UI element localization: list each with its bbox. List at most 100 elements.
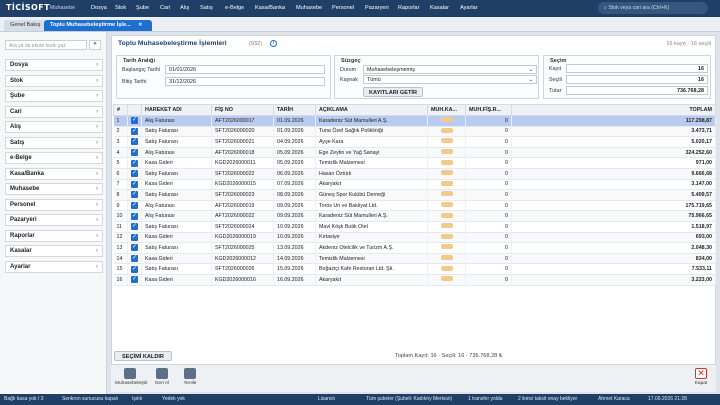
row-checkbox[interactable]: ✓ — [127, 210, 142, 222]
menu-1[interactable]: Stok — [115, 5, 126, 11]
menu-9[interactable]: Personel — [332, 5, 354, 11]
close-button[interactable]: ✕ Kapat — [686, 367, 716, 391]
checkbox-checked-icon[interactable]: ✓ — [131, 244, 138, 252]
close-icon[interactable]: ✕ — [138, 22, 142, 28]
refresh-button[interactable]: Yenile — [175, 367, 205, 391]
row-checkbox[interactable]: ✓ — [127, 147, 142, 159]
table-row[interactable]: 14 ✓ Kasa Gideri KGD2026000012 14.09.2026 Tem… — [113, 253, 716, 265]
checkbox-checked-icon[interactable]: ✓ — [131, 127, 138, 135]
sidebar-item-2[interactable]: Şube › — [5, 90, 103, 102]
global-search-input[interactable]: ⌕ Stok veya cari ara (Ctrl+K) — [598, 2, 708, 14]
status-branch[interactable]: Tüm şubeler (Şubeli: Kadıköy Merkezi) — [366, 396, 452, 402]
row-checkbox[interactable]: ✓ — [127, 168, 142, 180]
menu-7[interactable]: Kasa/Banka — [255, 5, 285, 11]
menu-8[interactable]: Muhasebe — [296, 5, 322, 11]
status-select[interactable]: Muhasebeleşmemiş ⌄ — [363, 65, 537, 74]
table-row[interactable]: 1 ✓ Alış Faturası AFT2026000017 01.09.2026 Ka… — [113, 115, 716, 127]
checkbox-checked-icon[interactable]: ✓ — [131, 233, 138, 241]
sidebar-filter-input[interactable]: Ara ya da ekran kodu yaz — [5, 40, 87, 50]
table-row[interactable]: 4 ✓ Alış Faturası AFT2026000018 05.09.2026 Eg… — [113, 147, 716, 159]
row-checkbox[interactable]: ✓ — [127, 126, 142, 138]
checkbox-checked-icon[interactable]: ✓ — [131, 170, 138, 178]
row-checkbox[interactable]: ✓ — [127, 253, 142, 265]
menu-12[interactable]: Kasalar — [430, 5, 449, 11]
sidebar-item-10[interactable]: Pazaryeri › — [5, 214, 103, 226]
column-header-7[interactable]: MUH.FİŞ.R... — [465, 104, 512, 116]
fetch-records-button[interactable]: KAYITLARI GETİR — [363, 87, 423, 97]
table-row[interactable]: 15 ✓ Satış Faturası SFT2026000026 15.09.2026… — [113, 263, 716, 275]
table-row[interactable]: 6 ✓ Satış Faturası SFT2026000022 06.09.2026 H… — [113, 168, 716, 180]
post-button[interactable]: Muhasebeleştir — [115, 367, 148, 391]
checkbox-checked-icon[interactable]: ✓ — [131, 117, 138, 125]
table-row[interactable]: 9 ✓ Alış Faturası AFT2026000019 09.09.2026 To… — [113, 200, 716, 212]
menu-3[interactable]: Cari — [160, 5, 170, 11]
column-header-5[interactable]: AÇIKLAMA — [315, 104, 428, 116]
table-row[interactable]: 3 ✓ Satış Faturası SFT2026000021 04.09.2026 A… — [113, 136, 716, 148]
checkbox-checked-icon[interactable]: ✓ — [131, 212, 138, 220]
sidebar-item-12[interactable]: Kasalar › — [5, 245, 103, 257]
table-row[interactable]: 2 ✓ Satış Faturası SFT2026000020 01.09.2026 T… — [113, 126, 716, 138]
sidebar-item-4[interactable]: Alış › — [5, 121, 103, 133]
checkbox-checked-icon[interactable]: ✓ — [131, 276, 138, 284]
tab-active[interactable]: Toplu Muhasebeleştirme İşle... ✕ — [44, 20, 152, 31]
row-checkbox[interactable]: ✓ — [127, 274, 142, 286]
table-row[interactable]: 12 ✓ Kasa Gideri KGD2026000019 10.09.2026 Kır… — [113, 232, 716, 244]
menu-0[interactable]: Dosya — [91, 5, 107, 11]
checkbox-checked-icon[interactable]: ✓ — [131, 223, 138, 231]
row-checkbox[interactable]: ✓ — [127, 115, 142, 127]
row-checkbox[interactable]: ✓ — [127, 189, 142, 201]
table-row[interactable]: 5 ✓ Kasa Gideri KGD2026000011 05.09.2026 Temi… — [113, 157, 716, 169]
sidebar-item-9[interactable]: Personel › — [5, 198, 103, 211]
checkbox-checked-icon[interactable]: ✓ — [131, 265, 138, 273]
checkbox-checked-icon[interactable]: ✓ — [131, 255, 138, 263]
row-checkbox[interactable]: ✓ — [127, 136, 142, 148]
checkbox-checked-icon[interactable]: ✓ — [131, 191, 138, 199]
table-row[interactable]: 8 ✓ Satış Faturası SFT2026000023 08.09.2026 G… — [113, 189, 716, 201]
menu-5[interactable]: Satış — [200, 5, 213, 11]
menu-13[interactable]: Ayarlar — [460, 5, 478, 11]
info-icon[interactable]: i — [270, 40, 277, 47]
checkbox-checked-icon[interactable]: ✓ — [131, 159, 138, 167]
column-header-2[interactable]: HAREKET ADI — [141, 104, 212, 116]
sidebar-item-13[interactable]: Ayarlar › — [5, 260, 103, 273]
table-row[interactable]: 10 ✓ Alış Faturası AFT2026000022 09.09.2026 K… — [113, 210, 716, 222]
checkbox-checked-icon[interactable]: ✓ — [131, 149, 138, 157]
table-row[interactable]: 13 ✓ Satış Faturası SFT2026000025 13.09.2026… — [113, 242, 716, 254]
row-checkbox[interactable]: ✓ — [127, 232, 142, 244]
end-date-field[interactable]: 31/12/2026 — [165, 77, 325, 86]
row-checkbox[interactable]: ✓ — [127, 200, 142, 212]
column-header-0[interactable]: # — [113, 104, 128, 116]
row-checkbox[interactable]: ✓ — [127, 179, 142, 191]
sidebar-item-3[interactable]: Cari › — [5, 105, 103, 118]
sidebar-item-0[interactable]: Dosya › — [5, 59, 103, 71]
column-header-4[interactable]: TARİH — [273, 104, 316, 116]
checkbox-checked-icon[interactable]: ✓ — [131, 138, 138, 146]
source-select[interactable]: Tümü ⌄ — [363, 75, 537, 84]
sidebar-item-6[interactable]: e-Belge › — [5, 152, 103, 164]
column-header-6[interactable]: MUH.KA... — [427, 104, 466, 116]
table-row[interactable]: 7 ✓ Kasa Gideri KGD2026000015 07.09.2026 Akar… — [113, 179, 716, 191]
checkbox-checked-icon[interactable]: ✓ — [131, 180, 138, 188]
sidebar-item-1[interactable]: Stok › — [5, 74, 103, 87]
sidebar-item-7[interactable]: Kasa/Banka › — [5, 167, 103, 180]
row-checkbox[interactable]: ✓ — [127, 263, 142, 275]
undo-button[interactable]: Geri Al — [147, 367, 177, 391]
select-all-checkbox[interactable] — [127, 104, 142, 116]
column-header-3[interactable]: FİŞ NO — [211, 104, 274, 116]
sidebar-item-11[interactable]: Raporlar › — [5, 229, 103, 242]
row-checkbox[interactable]: ✓ — [127, 157, 142, 169]
tab-home[interactable]: Genel Bakış — [4, 20, 47, 31]
table-row[interactable]: 16 ✓ Kasa Gideri KGD2026000016 16.09.2026 Aka… — [113, 274, 716, 286]
row-checkbox[interactable]: ✓ — [127, 221, 142, 233]
column-header-8[interactable]: TOPLAM — [511, 104, 716, 116]
sidebar-item-5[interactable]: Satış › — [5, 136, 103, 149]
menu-4[interactable]: Alış — [180, 5, 189, 11]
clear-selection-button[interactable]: SEÇİMİ KALDIR — [114, 351, 172, 361]
menu-11[interactable]: Raporlar — [398, 5, 419, 11]
menu-6[interactable]: e-Belge — [225, 5, 244, 11]
collapse-icon[interactable]: « — [89, 40, 101, 50]
sidebar-item-8[interactable]: Muhasebe › — [5, 183, 103, 195]
menu-10[interactable]: Pazaryeri — [365, 5, 389, 11]
menu-2[interactable]: Şube — [136, 5, 149, 11]
table-row[interactable]: 11 ✓ Satış Faturası SFT2026000024 10.09.2026… — [113, 221, 716, 233]
